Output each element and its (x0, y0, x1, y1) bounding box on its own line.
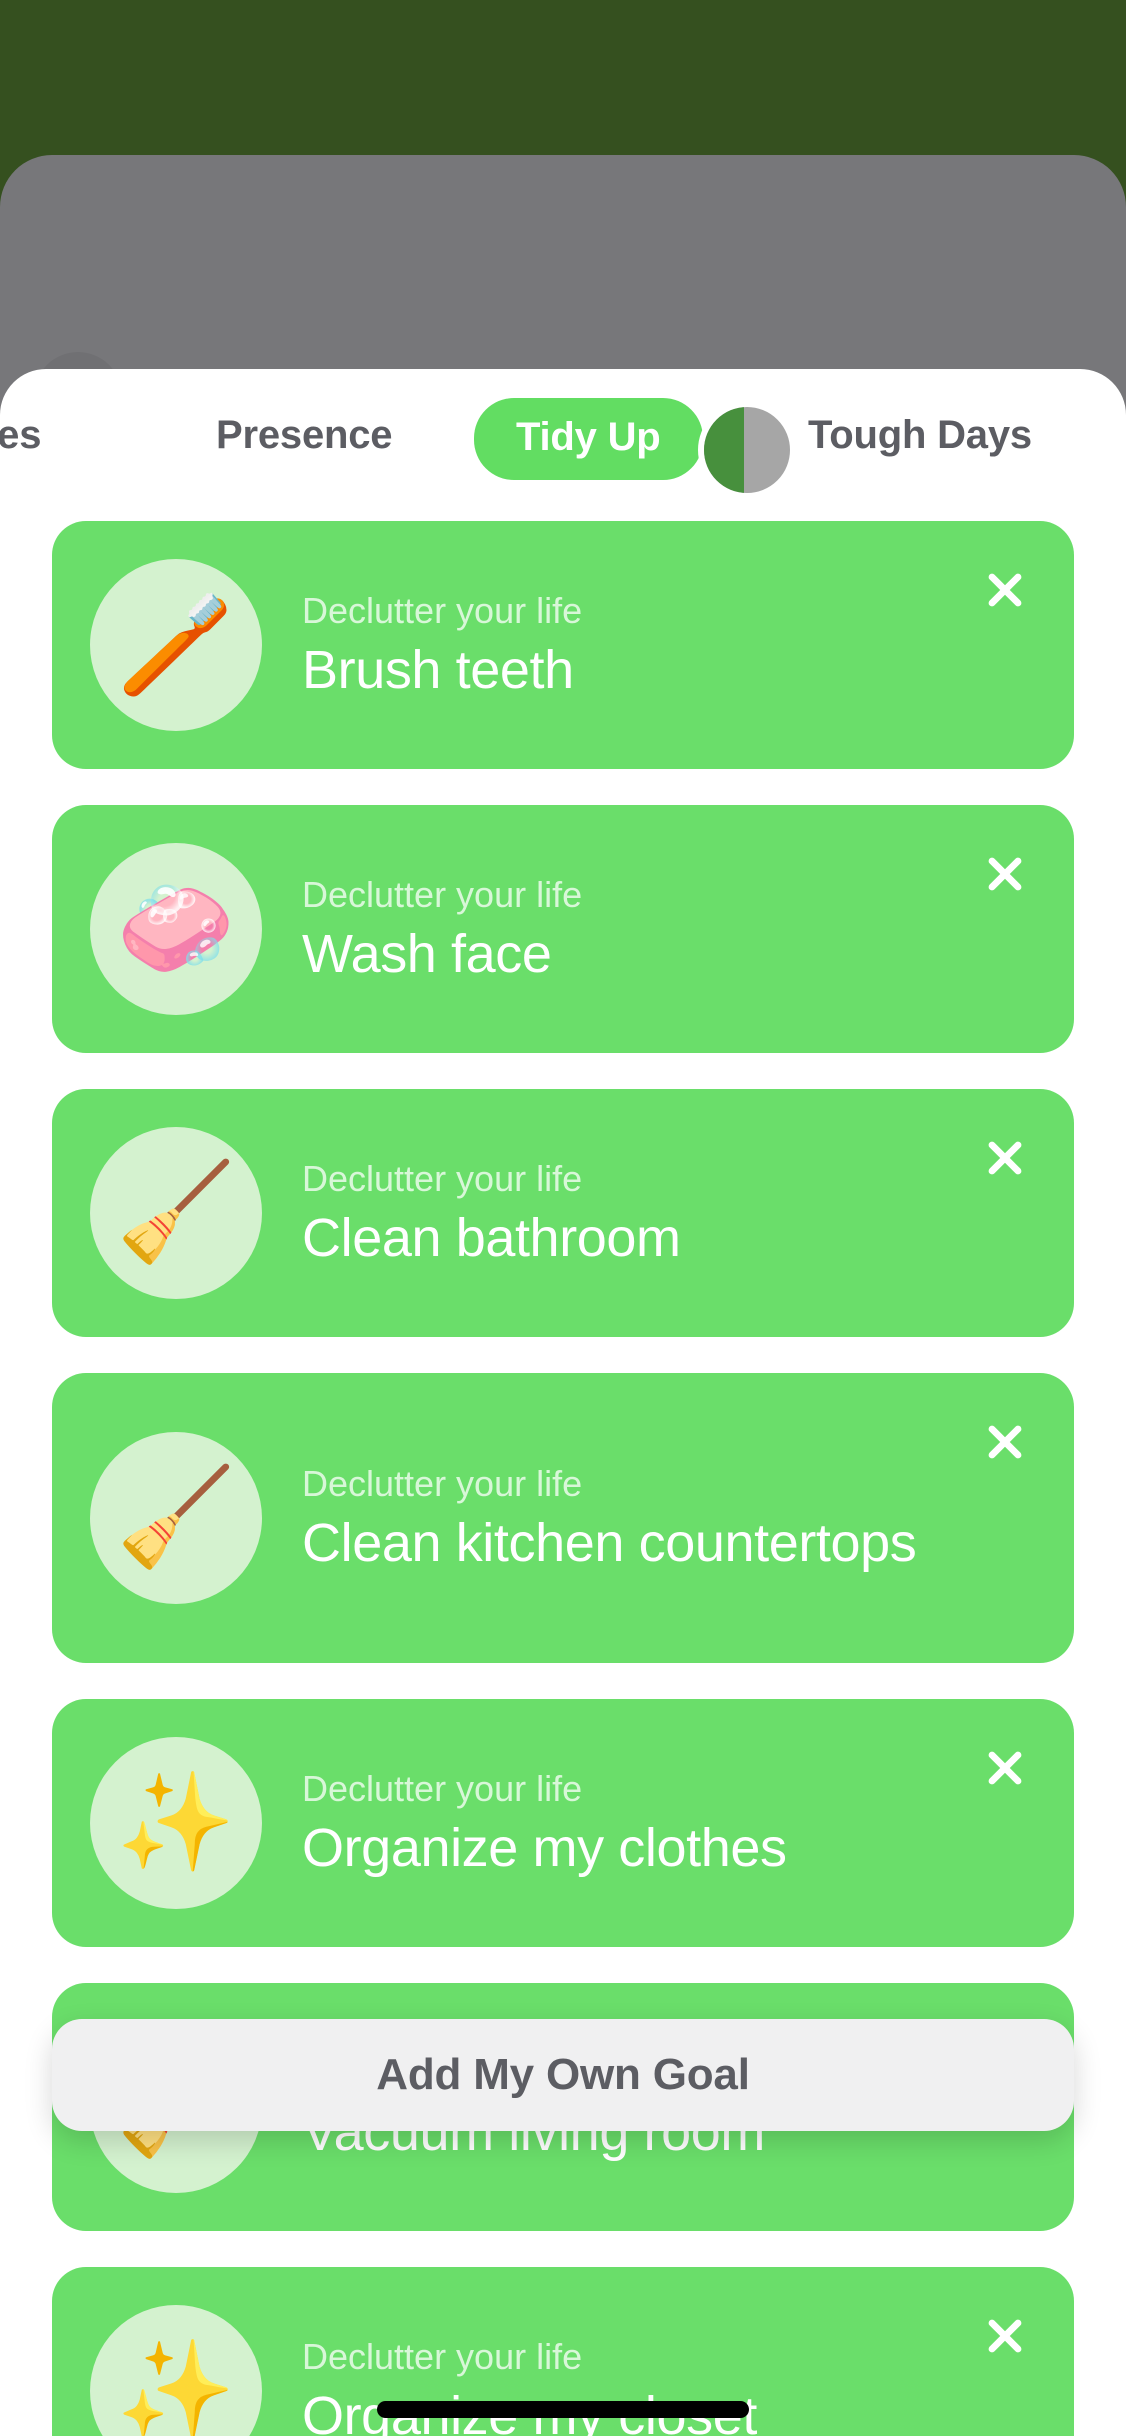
add-goal-label: Add My Own Goal (376, 2050, 750, 2099)
category-tabbar: Ones Presence Tidy Up Tough Days (0, 369, 1126, 521)
goal-text-block: Declutter your life Clean kitchen counter… (262, 1463, 1044, 1574)
goal-title: Brush teeth (302, 640, 574, 700)
toothbrush-emoji: 🪥 (90, 559, 262, 731)
remove-goal-button[interactable] (978, 847, 1032, 901)
goal-title: Clean bathroom (302, 1208, 681, 1268)
remove-goal-button[interactable] (978, 2309, 1032, 2363)
goal-card[interactable]: 🧹 Declutter your life Clean bathroom (52, 1089, 1074, 1337)
goal-card[interactable]: ✨ Declutter your life Organize my clothes (52, 1699, 1074, 1947)
goal-text-block: Declutter your life Clean bathroom (262, 1158, 1044, 1269)
close-icon (981, 2312, 1029, 2360)
close-icon (981, 566, 1029, 614)
goal-title: Wash face (302, 924, 552, 984)
tab-drag-knob[interactable] (698, 401, 796, 499)
remove-goal-button[interactable] (978, 1415, 1032, 1469)
add-my-own-goal-button[interactable]: Add My Own Goal (52, 2019, 1074, 2131)
tab-loved-ones[interactable]: Ones (0, 413, 41, 458)
tab-tough-days[interactable]: Tough Days (808, 413, 1032, 458)
goal-category-label: Declutter your life (302, 2335, 583, 2377)
tab-tidy-up[interactable]: Tidy Up (474, 398, 703, 480)
goal-category-label: Declutter your life (302, 873, 583, 915)
sparkles-emoji: ✨ (90, 2305, 262, 2436)
knob-overlap-shade (704, 407, 745, 493)
close-icon (981, 1744, 1029, 1792)
broom-emoji: 🧹 (90, 1127, 262, 1299)
close-icon (981, 1134, 1029, 1182)
goal-card[interactable]: 🪥 Declutter your life Brush teeth (52, 521, 1074, 769)
goal-category-label: Declutter your life (302, 1157, 583, 1199)
close-icon (981, 850, 1029, 898)
remove-goal-button[interactable] (978, 1741, 1032, 1795)
tab-presence[interactable]: Presence (216, 413, 393, 458)
goal-card[interactable]: 🧼 Declutter your life Wash face (52, 805, 1074, 1053)
goal-card[interactable]: 🧹 Declutter your life Clean kitchen counte… (52, 1373, 1074, 1663)
goal-text-block: Declutter your lifeOrganize my closet (262, 2336, 1044, 2436)
soap-emoji: 🧼 (90, 843, 262, 1015)
goal-category-label: Declutter your life (302, 589, 583, 631)
goal-category-label: Declutter your life (302, 1767, 583, 1809)
remove-goal-button[interactable] (978, 1131, 1032, 1185)
home-indicator (377, 2401, 749, 2418)
goal-list[interactable]: 🪥 Declutter your life Brush teeth 🧼 Declutte… (0, 521, 1126, 2436)
sparkles-emoji: ✨ (90, 1737, 262, 1909)
goal-text-block: Declutter your life Wash face (262, 874, 1044, 985)
broom-emoji: 🧹 (90, 1432, 262, 1604)
remove-goal-button[interactable] (978, 563, 1032, 617)
goal-category-label: Declutter your life (302, 1462, 583, 1504)
goal-text-block: Declutter your life Organize my clothes (262, 1768, 1044, 1879)
app-root: TODAY, NOV 21 Ones Presence Tidy Up Toug… (0, 0, 1126, 2436)
goal-text-block: Declutter your life Brush teeth (262, 590, 1044, 701)
close-icon (981, 1418, 1029, 1466)
goal-title: Clean kitchen countertops (302, 1513, 917, 1573)
goal-title: Organize my clothes (302, 1818, 787, 1878)
